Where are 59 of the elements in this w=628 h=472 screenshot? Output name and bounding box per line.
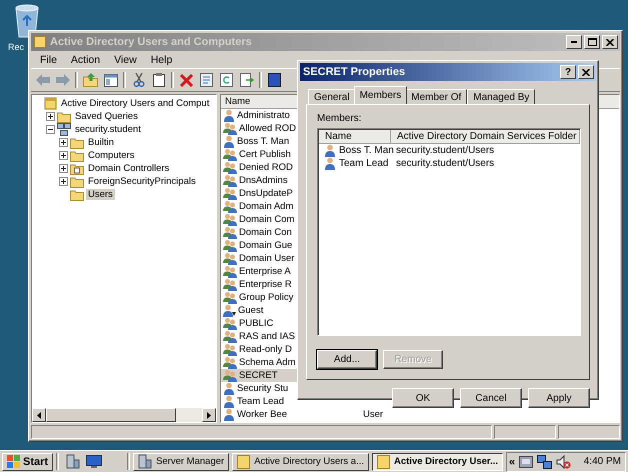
menu-item[interactable]: Action [64, 54, 108, 66]
show-hidden-icons-button[interactable]: « [509, 456, 516, 468]
tree-item[interactable]: Computers [86, 150, 136, 161]
taskbar-button[interactable]: Active Directory User... [372, 452, 504, 470]
list-item[interactable]: Enterprise A [221, 265, 301, 278]
list-item[interactable]: Administrato [221, 109, 301, 122]
list-item[interactable]: Cert Publish [221, 148, 301, 161]
list-item[interactable]: Enterprise R [221, 278, 301, 291]
push-button[interactable]: Apply [528, 388, 590, 408]
tree-item[interactable]: Active Directory Users and Comput [59, 98, 212, 109]
tree-item[interactable]: Domain Controllers [86, 163, 172, 174]
start-button[interactable]: Start [2, 452, 54, 470]
member-item[interactable]: Team Lead [318, 157, 390, 170]
list-item[interactable]: Allowed ROD [221, 122, 301, 135]
column-header[interactable]: Name [319, 130, 391, 143]
list-item[interactable]: RAS and IAS [221, 330, 301, 343]
column-header[interactable]: Active Directory Domain Services Folder [391, 130, 580, 143]
tree-item[interactable]: Saved Queries [73, 111, 140, 122]
push-button[interactable]: Add... [317, 350, 377, 369]
menu-item[interactable]: Help [144, 54, 180, 66]
list-item[interactable]: Denied ROD [221, 161, 301, 174]
taskbar-button[interactable]: Active Directory Users a... [232, 452, 369, 470]
table-cell: User [363, 409, 384, 420]
push-button[interactable]: Cancel [460, 388, 522, 408]
list-item[interactable]: Boss T. Man [221, 135, 301, 148]
push-button[interactable]: OK [392, 388, 454, 408]
tree-item[interactable]: security.student [73, 124, 143, 135]
list-item[interactable]: Team Lead [221, 395, 301, 408]
list-item[interactable]: Group Policy [221, 291, 301, 304]
clock[interactable]: 4:40 PM [584, 456, 621, 467]
list-item[interactable]: Domain Adm [221, 200, 301, 213]
tab[interactable]: General [308, 89, 356, 104]
list-item[interactable]: Domain User [221, 252, 301, 265]
tab[interactable]: Members [354, 86, 408, 104]
list-item[interactable]: Worker Bee [221, 408, 301, 421]
members-label: Members: [317, 113, 362, 124]
list-item[interactable]: PUBLIC [221, 317, 301, 330]
table-cell-text: security.student/Users [395, 158, 496, 169]
tree-item[interactable]: ForeignSecurityPrincipals [86, 176, 198, 187]
help-button[interactable]: ? [560, 65, 576, 79]
list-item[interactable]: Security Stu [221, 382, 301, 395]
list-item[interactable]: DnsUpdateP [221, 187, 301, 200]
taskbar-button[interactable]: Server Manager [133, 452, 230, 470]
tab[interactable]: Member Of [405, 89, 468, 104]
list-item[interactable]: DnsAdmins [221, 174, 301, 187]
tab[interactable]: Managed By [467, 89, 536, 104]
dialog-title: SECRET Properties [303, 66, 406, 78]
list-item[interactable]: Read-only D [221, 343, 301, 356]
tree-item[interactable]: Users [86, 189, 115, 200]
tree-item[interactable]: Builtin [86, 137, 116, 148]
list-item[interactable]: Domain Con [221, 226, 301, 239]
menu-item[interactable]: File [33, 54, 64, 66]
list-item[interactable]: Domain Gue [221, 239, 301, 252]
menu-item[interactable]: View [107, 54, 144, 66]
list-item[interactable]: Schema Adm [221, 356, 301, 369]
list-item[interactable]: Domain Com [221, 213, 301, 226]
desktop-icon-label[interactable]: Rec [8, 42, 24, 52]
list-item[interactable]: Guest [221, 304, 301, 317]
window-title: Active Directory Users and Computers [50, 36, 253, 48]
